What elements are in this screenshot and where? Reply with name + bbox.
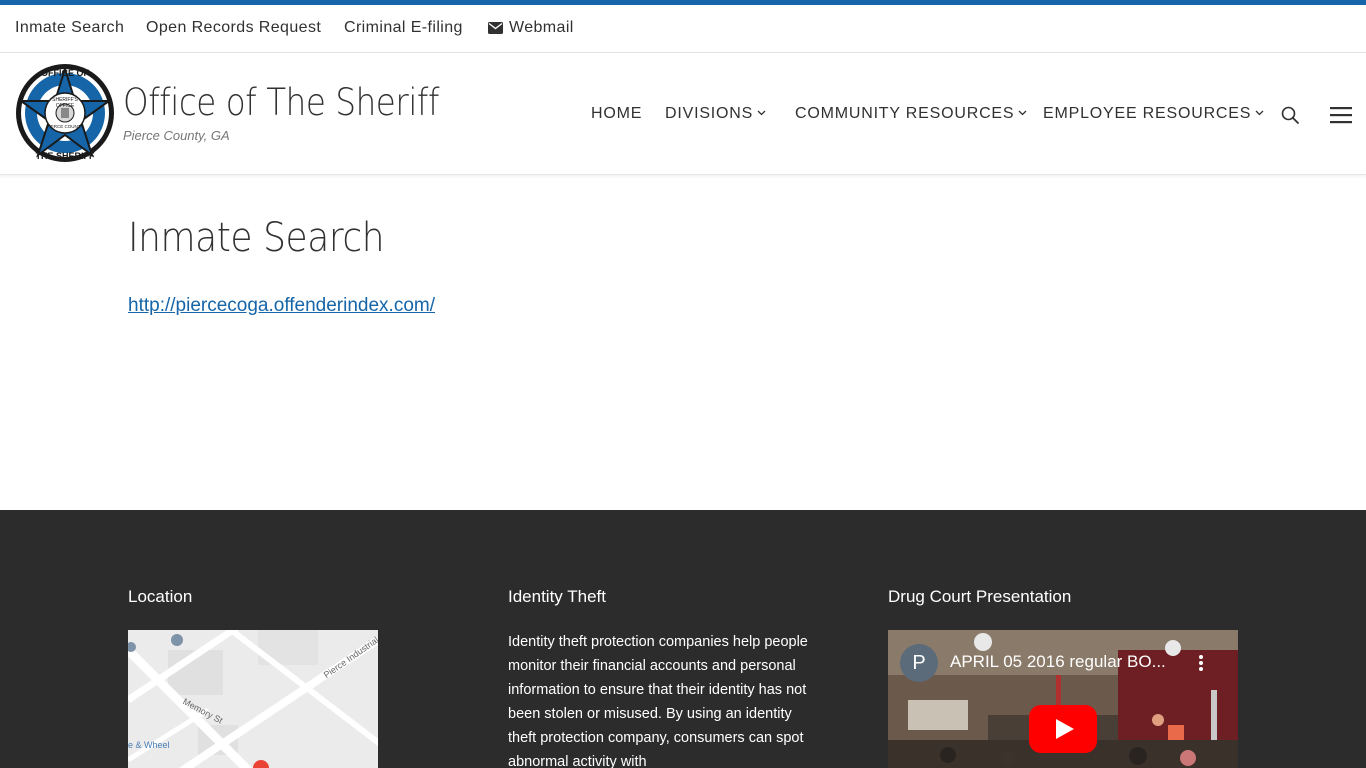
offender-index-link[interactable]: http://piercecoga.offenderindex.com/ xyxy=(128,295,435,317)
more-options-icon[interactable] xyxy=(1196,654,1206,672)
nav-employee-resources[interactable]: EMPLOYEE RESOURCES xyxy=(1043,105,1264,123)
site-footer: Location Identity Theft Drug Court Prese… xyxy=(0,510,1366,768)
channel-avatar[interactable]: P xyxy=(900,644,938,682)
search-icon[interactable] xyxy=(1280,105,1300,125)
site-title[interactable]: Office of The Sheriff xyxy=(123,81,439,124)
topbar-link-webmail[interactable]: Webmail xyxy=(488,19,574,37)
webmail-label: Webmail xyxy=(509,19,574,36)
chevron-down-icon xyxy=(1018,110,1027,116)
topbar-link-inmate-search[interactable]: Inmate Search xyxy=(15,19,124,37)
page-title: Inmate Search xyxy=(128,215,385,261)
nav-home-label: HOME xyxy=(591,105,643,122)
site-tagline: Pierce County, GA xyxy=(123,128,230,143)
chevron-down-icon xyxy=(1255,110,1264,116)
location-widget-title: Location xyxy=(128,587,193,606)
top-utility-bar: Inmate Search Open Records Request Crimi… xyxy=(0,5,1366,53)
sheriff-badge-logo[interactable]: OFFICE OF THE SHERIFF SHERIFF'S OFFICE P… xyxy=(15,63,115,163)
youtube-video-embed[interactable]: P APRIL 05 2016 regular BO... xyxy=(888,630,1238,768)
map-label-wheel: e & Wheel xyxy=(128,740,170,750)
hamburger-menu-icon[interactable] xyxy=(1330,106,1352,124)
logo-text-bottom: THE SHERIFF xyxy=(35,151,95,161)
logo-inner-bottom: PIERCE COUNTY xyxy=(46,124,83,129)
nav-home[interactable]: HOME xyxy=(591,105,642,123)
nav-divisions[interactable]: DIVISIONS xyxy=(665,105,766,123)
chevron-down-icon xyxy=(757,110,766,116)
video-title[interactable]: APRIL 05 2016 regular BO... xyxy=(950,652,1166,672)
location-map[interactable]: Memory St Pierce Industrial B e & Wheel xyxy=(128,630,378,768)
identity-theft-text: Identity theft protection companies help… xyxy=(508,634,808,768)
topbar-link-criminal-efiling[interactable]: Criminal E-filing xyxy=(344,19,463,37)
nav-divisions-label: DIVISIONS xyxy=(665,105,754,122)
site-header: OFFICE OF THE SHERIFF SHERIFF'S OFFICE P… xyxy=(0,54,1366,175)
play-button-icon[interactable] xyxy=(1029,705,1097,753)
nav-community-resources[interactable]: COMMUNITY RESOURCES xyxy=(795,105,1027,123)
logo-inner-mid: OFFICE xyxy=(56,103,75,109)
topbar-link-open-records[interactable]: Open Records Request xyxy=(146,19,321,37)
nav-community-resources-label: COMMUNITY RESOURCES xyxy=(795,105,1015,122)
identity-theft-widget-title: Identity Theft xyxy=(508,587,606,606)
drug-court-widget-title: Drug Court Presentation xyxy=(888,587,1072,606)
logo-text-top: OFFICE OF xyxy=(41,68,89,78)
envelope-icon xyxy=(488,22,503,34)
nav-employee-resources-label: EMPLOYEE RESOURCES xyxy=(1043,105,1252,122)
